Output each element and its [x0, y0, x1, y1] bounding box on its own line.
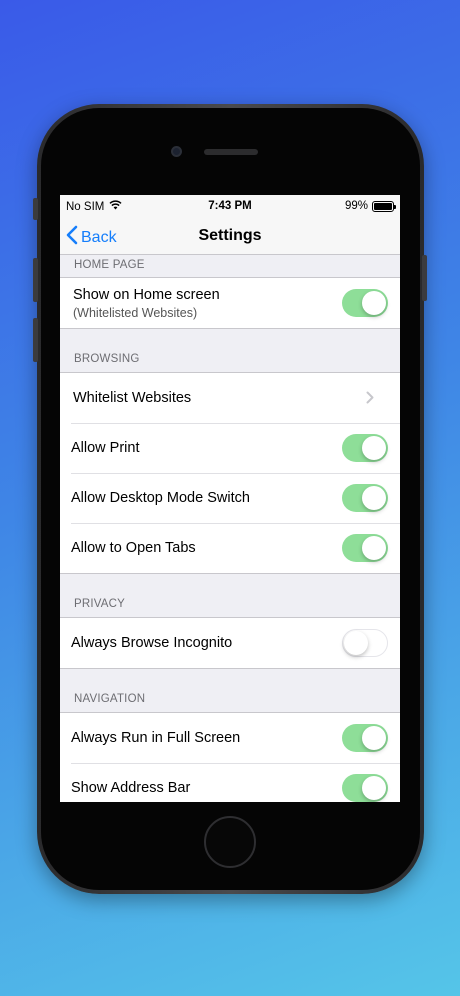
nav-bar: Back Settings — [60, 217, 400, 255]
earpiece-speaker — [204, 149, 258, 155]
volume-down-button — [33, 318, 38, 362]
row-allow-print: Allow Print — [60, 423, 400, 473]
mute-switch — [33, 198, 38, 220]
address-bar-toggle[interactable] — [342, 774, 388, 802]
battery-percent: 99% — [344, 200, 368, 212]
page-title: Settings — [198, 227, 262, 244]
volume-up-button — [33, 258, 38, 302]
full-screen-toggle[interactable] — [342, 724, 388, 752]
section-header-home-page: HOME PAGE — [74, 259, 145, 271]
show-on-home-toggle[interactable] — [342, 289, 388, 317]
group-browsing: Whitelist Websites Allow Print Allow Des… — [60, 372, 400, 574]
allow-print-label: Allow Print — [71, 440, 140, 456]
show-on-home-label: Show on Home screen — [73, 286, 220, 303]
group-privacy: Always Browse Incognito — [60, 617, 400, 669]
row-allow-tabs: Allow to Open Tabs — [60, 523, 400, 573]
full-screen-label: Always Run in Full Screen — [71, 730, 241, 746]
row-incognito: Always Browse Incognito — [60, 618, 400, 668]
home-button[interactable] — [204, 816, 256, 868]
front-camera — [171, 146, 182, 157]
row-full-screen: Always Run in Full Screen — [60, 713, 400, 763]
row-whitelist-websites[interactable]: Whitelist Websites — [60, 373, 400, 423]
address-bar-label: Show Address Bar — [71, 780, 191, 796]
row-label-show-on-home: Show on Home screen (Whitelisted Website… — [73, 287, 342, 320]
show-on-home-sublabel: (Whitelisted Websites) — [73, 305, 198, 320]
allow-tabs-label: Allow to Open Tabs — [71, 540, 196, 556]
allow-desktop-mode-toggle[interactable] — [342, 484, 388, 512]
battery-icon — [372, 200, 396, 212]
row-address-bar: Show Address Bar — [60, 763, 400, 802]
section-header-browsing: BROWSING — [74, 353, 140, 365]
status-bar: No SIM 7:43 PM 99% — [60, 195, 400, 217]
row-allow-desktop-mode: Allow Desktop Mode Switch — [60, 473, 400, 523]
group-navigation: Always Run in Full Screen Show Address B… — [60, 712, 400, 802]
whitelist-websites-label: Whitelist Websites — [73, 390, 192, 406]
section-header-navigation: NAVIGATION — [74, 693, 146, 705]
chevron-right-icon — [366, 388, 374, 409]
group-home-page: Show on Home screen (Whitelisted Website… — [60, 277, 400, 329]
allow-desktop-mode-label: Allow Desktop Mode Switch — [71, 490, 250, 506]
section-header-privacy: PRIVACY — [74, 598, 126, 610]
status-right: 99% — [344, 200, 396, 212]
screen: No SIM 7:43 PM 99% Back Settings HOME PA… — [60, 195, 400, 802]
power-button — [422, 255, 427, 301]
allow-print-toggle[interactable] — [342, 434, 388, 462]
row-show-on-home: Show on Home screen (Whitelisted Website… — [60, 278, 400, 328]
incognito-toggle[interactable] — [342, 629, 388, 657]
allow-tabs-toggle[interactable] — [342, 534, 388, 562]
incognito-label: Always Browse Incognito — [71, 635, 233, 651]
